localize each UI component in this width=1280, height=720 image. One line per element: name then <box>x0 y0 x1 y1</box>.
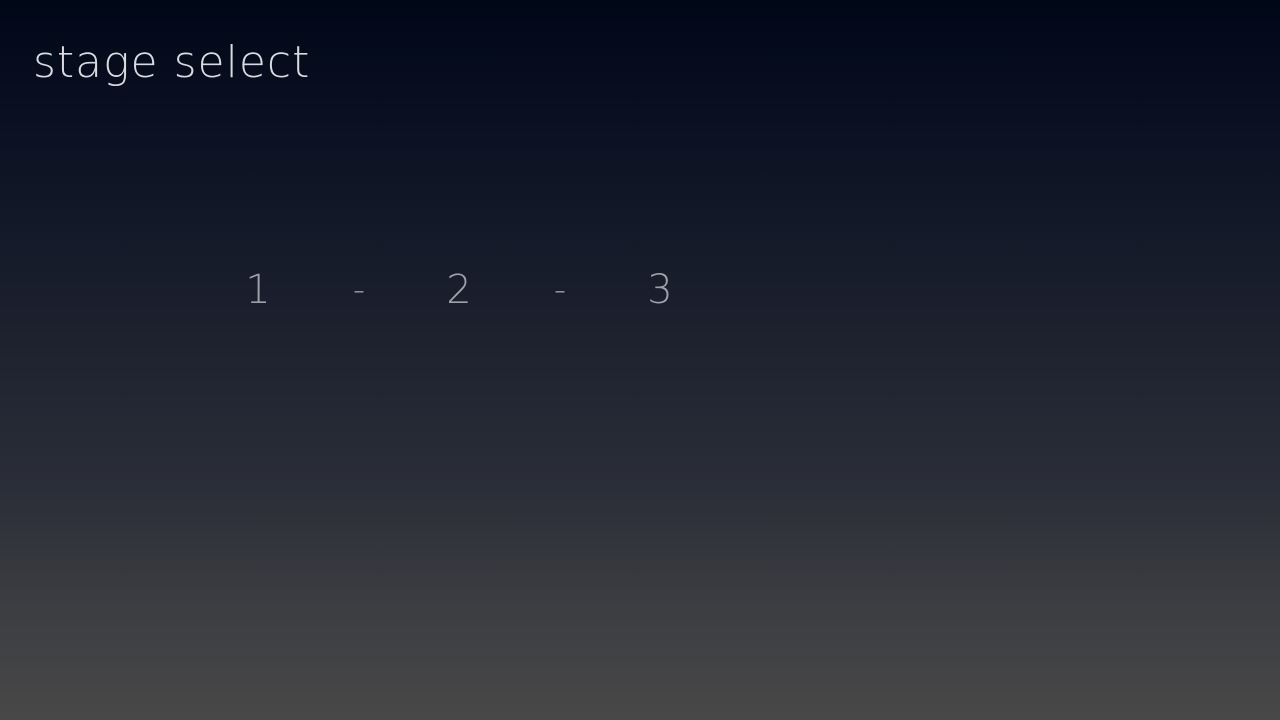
stage-3-button[interactable]: 3 <box>630 262 690 318</box>
stage-connector: - <box>352 270 366 310</box>
stage-2-button[interactable]: 2 <box>429 262 489 318</box>
stage-select-screen: stage select 1 - 2 - 3 <box>0 0 1280 720</box>
page-title: stage select <box>33 37 311 88</box>
stage-1-button[interactable]: 1 <box>228 262 288 318</box>
stage-connector: - <box>553 270 567 310</box>
stage-list: 1 - 2 - 3 <box>0 262 1280 322</box>
